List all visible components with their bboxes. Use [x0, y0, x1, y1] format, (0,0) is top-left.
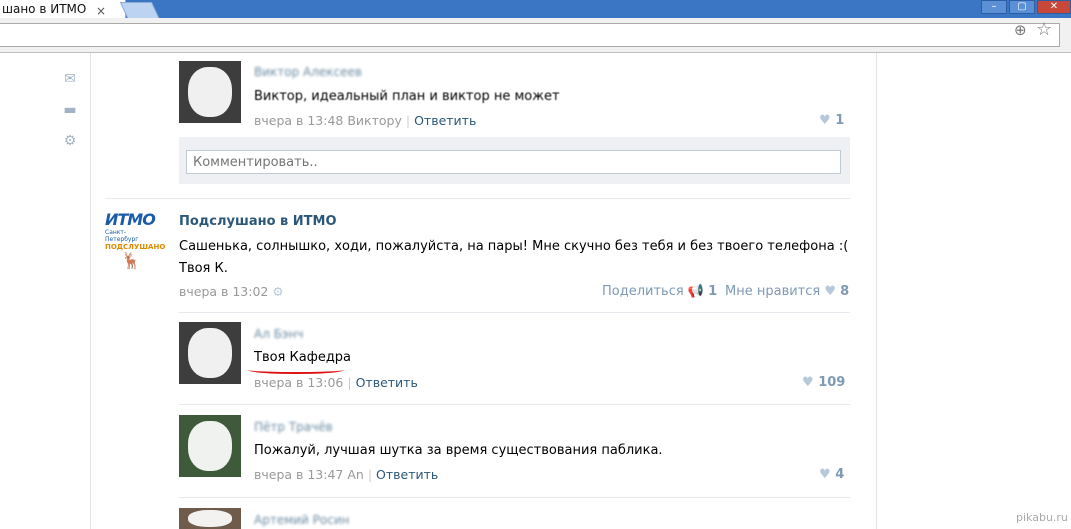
red-underline — [248, 366, 344, 374]
post-text: Сашенька, солнышко, ходи, пожалуйста, на… — [179, 239, 849, 276]
share-button[interactable]: Поделиться 📢 1 — [602, 284, 717, 299]
heart-icon: ♥ — [819, 113, 831, 128]
reply-link[interactable]: Ответить — [356, 375, 418, 390]
like-counter[interactable]: ♥ 4 — [819, 467, 844, 482]
like-count: 1 — [835, 113, 845, 128]
messages-icon[interactable]: ✉ — [62, 71, 78, 87]
avatar[interactable] — [179, 322, 241, 384]
reply-link[interactable]: Ответить — [414, 113, 476, 128]
comment-author[interactable]: Виктор Алексеев — [254, 65, 362, 79]
comment-time[interactable]: вчера в 13:47 An — [254, 467, 364, 482]
comment-text: Твоя Кафедра — [254, 350, 352, 365]
comment-time[interactable]: вчера в 13:06 — [254, 375, 343, 390]
content-border-left — [90, 53, 91, 529]
browser-tab[interactable]: шано в ИТМО × — [0, 0, 126, 18]
avatar[interactable] — [179, 61, 241, 123]
comment-author[interactable]: Артемий Росин — [254, 513, 349, 527]
divider — [105, 198, 850, 199]
zoom-icon[interactable]: ⊕ — [1014, 21, 1027, 39]
settings-gear-icon[interactable]: ⚙ — [62, 133, 78, 149]
deer-icon: 🦌 — [121, 251, 141, 270]
reply-link[interactable]: Ответить — [376, 467, 438, 482]
heart-icon: ♥ — [802, 375, 814, 390]
content-border-right — [876, 53, 877, 529]
chat-icon[interactable]: ▬ — [62, 102, 78, 118]
like-count: 8 — [840, 284, 850, 299]
comment-meta: вчера в 13:47 An | Ответить — [254, 467, 439, 482]
avatar[interactable] — [179, 415, 241, 477]
logo-title: ИТМО — [105, 210, 156, 229]
like-count: 109 — [818, 375, 846, 390]
divider — [179, 497, 850, 498]
window-controls: – ▢ ✕ — [979, 0, 1071, 14]
group-name-link[interactable]: Подслушано в ИТМО — [179, 214, 337, 229]
browser-tab-strip: шано в ИТМО × – ▢ ✕ — [0, 0, 1071, 20]
maximize-button[interactable]: ▢ — [1009, 0, 1035, 14]
post-time[interactable]: вчера в 13:02 — [179, 284, 268, 299]
like-counter[interactable]: ♥ 109 — [802, 375, 845, 390]
comment-text: Виктор, идеальный план и виктор не может — [254, 89, 560, 104]
heart-icon: ♥ — [824, 284, 837, 299]
left-menu: ✉ ▬ ⚙ — [62, 71, 82, 164]
address-bar[interactable] — [0, 23, 1060, 47]
comment-meta: вчера в 13:48 Виктору | Ответить — [254, 113, 477, 128]
page-content: ✉ ▬ ⚙ Виктор Алексеев Виктор, идеальный … — [0, 53, 1071, 529]
like-counter[interactable]: ♥ 1 — [819, 113, 844, 128]
group-avatar[interactable]: ИТМО Санкт-Петербург ПОДСЛУШАНО 🦌 — [105, 210, 166, 276]
comment-text: Пожалуй, лучшая шутка за время существов… — [254, 443, 663, 458]
pikabu-watermark: pikabu.ru — [1016, 511, 1068, 524]
close-window-button[interactable]: ✕ — [1037, 0, 1071, 14]
comment-author[interactable]: Пётр Трачёв — [254, 420, 333, 434]
gear-icon[interactable]: ⚙ — [272, 284, 283, 299]
like-button[interactable]: Мне нравится ♥ 8 — [725, 284, 849, 299]
close-tab-icon[interactable]: × — [96, 2, 106, 18]
comment-meta: вчера в 13:06 | Ответить — [254, 375, 418, 390]
avatar[interactable] — [179, 508, 241, 529]
divider — [179, 404, 850, 405]
share-label: Поделиться — [602, 284, 684, 299]
comment-author[interactable]: Ал Бэнч — [254, 327, 303, 341]
divider — [179, 312, 850, 313]
bookmark-star-icon[interactable]: ☆ — [1036, 19, 1052, 40]
browser-toolbar: ⊕ ☆ — [0, 18, 1071, 53]
post-meta: вчера в 13:02 ⚙ — [179, 284, 284, 299]
logo-subtitle: Санкт-Петербург — [105, 229, 139, 243]
logo-tag: ПОДСЛУШАНО — [105, 243, 166, 251]
megaphone-icon: 📢 — [687, 284, 705, 299]
heart-icon: ♥ — [819, 467, 831, 482]
share-count: 1 — [708, 284, 718, 299]
like-count: 4 — [835, 467, 845, 482]
minimize-button[interactable]: – — [981, 0, 1007, 14]
comment-input[interactable] — [186, 150, 841, 174]
comment-form — [179, 137, 850, 184]
like-label: Мне нравится — [725, 284, 821, 299]
tab-title: шано в ИТМО — [2, 2, 87, 16]
comment-time[interactable]: вчера в 13:48 Виктору — [254, 113, 402, 128]
